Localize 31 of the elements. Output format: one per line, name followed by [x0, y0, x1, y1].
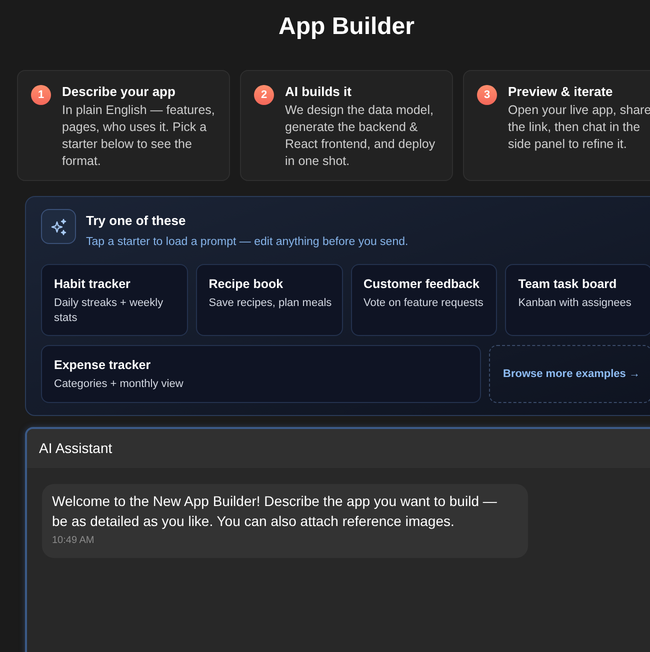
step-description: In plain English — features, pages, who uses it. Pick a starter below to see the format.	[62, 102, 216, 170]
step-number: 1	[31, 85, 51, 105]
starter-description: Save recipes, plan meals	[208, 296, 332, 311]
starter-description: Vote on feature requests	[364, 296, 484, 311]
starter-description: Categories + monthly view	[54, 377, 184, 392]
step-title: Describe your app	[62, 83, 176, 101]
chat-title: AI Assistant	[39, 439, 112, 458]
panel-subtitle: Tap a starter to load a prompt — edit anything before you send.	[86, 235, 408, 250]
starter-description: Kanban with assignees	[518, 296, 632, 311]
starter-card[interactable]: Team task board Kanban with assignees	[505, 264, 650, 336]
starter-description: Daily streaks + weekly stats	[54, 296, 164, 326]
step-title: AI builds it	[285, 83, 352, 101]
message-text: Welcome to the New App Builder! Describe the app you want to build — be as detailed as you like. You can also attach reference images.	[52, 492, 498, 531]
starter-card[interactable]: Recipe book Save recipes, plan meals	[196, 264, 342, 336]
starter-title: Team task board	[518, 276, 617, 293]
starter-title: Habit tracker	[54, 276, 130, 293]
panel-title: Try one of these	[86, 212, 187, 230]
starter-card[interactable]: Customer feedback Vote on feature requests	[350, 264, 498, 336]
sparkle-icon	[41, 209, 76, 244]
starter-title: Customer feedback	[364, 276, 480, 293]
step-number: 2	[254, 85, 274, 105]
step-title: Preview & iterate	[508, 83, 614, 101]
starter-title: Recipe book	[208, 276, 284, 293]
starter-title: Expense tracker	[54, 357, 151, 374]
starter-card[interactable]: Expense tracker Categories + monthly view	[41, 345, 481, 403]
step-description: We design the data model, generate the backend & React frontend, and deploy in one shot.	[285, 102, 436, 170]
page-title: App Builder	[278, 12, 414, 42]
browse-examples-link[interactable]: Browse more examples →	[489, 345, 650, 403]
step-number: 3	[477, 85, 497, 105]
starter-card[interactable]: Habit tracker Daily streaks + weekly stats	[41, 264, 188, 336]
message-time: 10:49 AM	[52, 534, 96, 548]
